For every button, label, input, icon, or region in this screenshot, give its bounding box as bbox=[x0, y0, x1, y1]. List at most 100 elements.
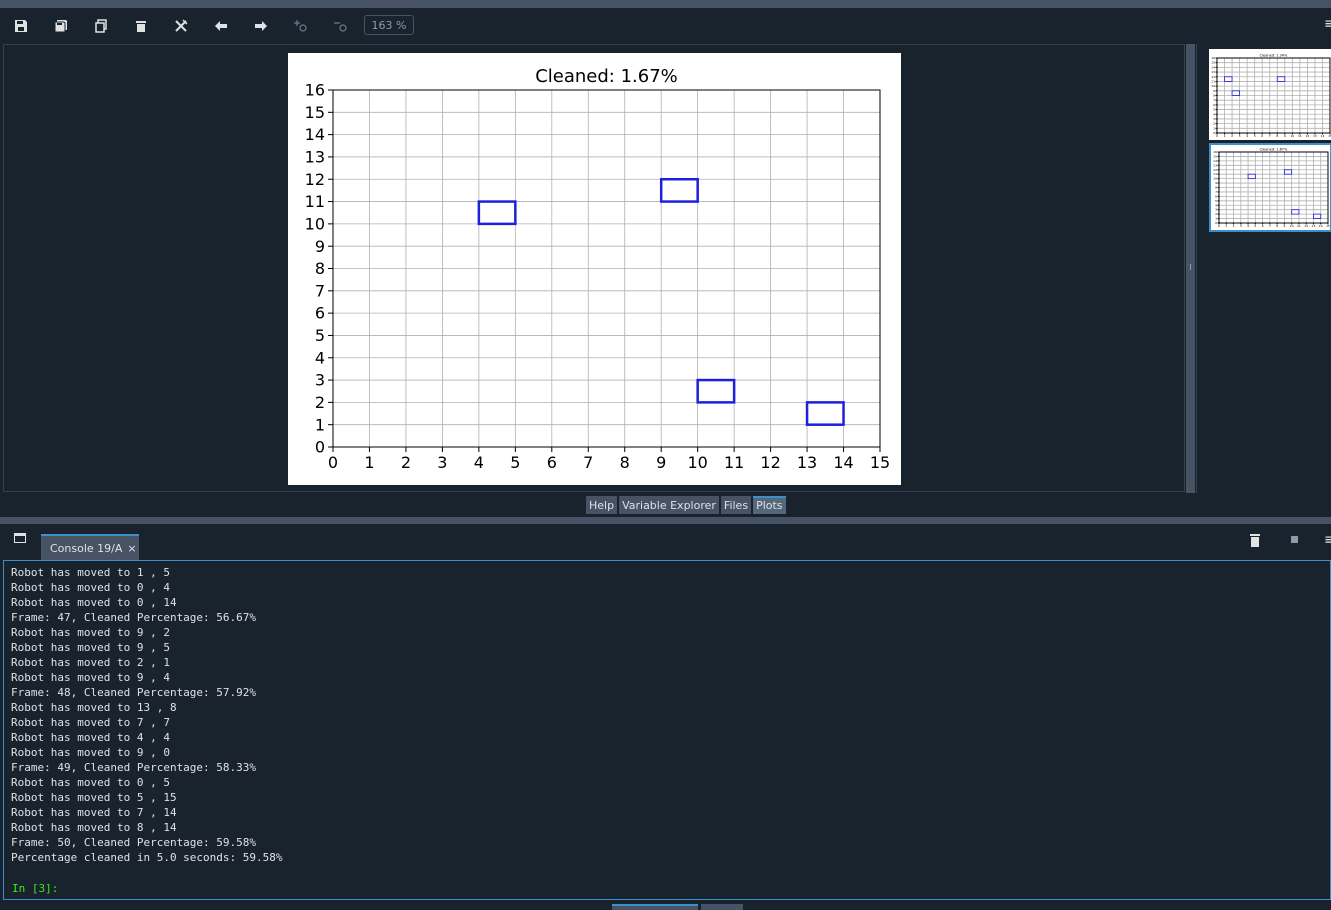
x-tick-label: 11 bbox=[724, 453, 744, 472]
x-tick-label: 7 bbox=[1269, 134, 1271, 138]
y-tick-label: 13 bbox=[305, 148, 325, 167]
x-tick-label: 15 bbox=[1326, 224, 1330, 228]
y-tick-label: 0 bbox=[315, 438, 325, 457]
options-menu-icon[interactable]: ≡ bbox=[1324, 16, 1331, 32]
zoom-level-field[interactable]: 163 % bbox=[364, 15, 414, 35]
zoom-in-icon[interactable] bbox=[291, 16, 311, 36]
x-tick-label: 6 bbox=[1262, 224, 1264, 228]
console-line: Robot has moved to 9 , 2 bbox=[11, 626, 170, 639]
thumbnail-2-plot: Cleaned: 1.67%0 1 2 3 4 5 6 7 8 9 10 11 12 13 14 150123… bbox=[1213, 147, 1330, 228]
console-line: Robot has moved to 8 , 14 bbox=[11, 821, 177, 834]
y-tick-label: 2 bbox=[1215, 212, 1217, 216]
x-tick-label: 5 bbox=[1254, 224, 1256, 228]
console-line: Robot has moved to 13 , 8 bbox=[11, 701, 177, 714]
delete-all-icon[interactable] bbox=[171, 16, 191, 36]
robot-rect bbox=[696, 378, 736, 404]
y-tick-label: 13 bbox=[1211, 70, 1215, 74]
browse-tabs-icon[interactable] bbox=[14, 533, 26, 543]
bottom-tab-2[interactable] bbox=[701, 904, 743, 910]
x-tick-label: 0 bbox=[1216, 134, 1218, 138]
window-top-strip bbox=[0, 0, 1331, 8]
y-tick-label: 12 bbox=[1211, 75, 1215, 79]
stop-icon[interactable] bbox=[1291, 536, 1298, 543]
console-line: Robot has moved to 7 , 7 bbox=[11, 716, 170, 729]
save-icon[interactable] bbox=[11, 16, 31, 36]
tab-files[interactable]: Files bbox=[720, 496, 752, 514]
robot-rect bbox=[1284, 169, 1293, 175]
delete-icon[interactable] bbox=[131, 16, 151, 36]
main-figure: Cleaned: 1.67% 0 1 2 3 4 5 6 7 8 9 10 11 12 13 14 15 0 1 2 3… bbox=[288, 53, 901, 485]
plots-toolbar: 163 % ≡ bbox=[0, 8, 1331, 44]
clear-console-icon[interactable] bbox=[1250, 532, 1260, 551]
y-tick-label: 10 bbox=[1213, 177, 1217, 181]
x-tick-label: 13 bbox=[797, 453, 817, 472]
tab-plots[interactable]: Plots bbox=[753, 496, 786, 514]
thumbnail-2[interactable]: Cleaned: 1.67% 0 1 2 3 4 5 6 7 8 9 10 11 12 13 14 15 0 1 2 3… bbox=[1209, 143, 1331, 232]
x-tick-label: 1 bbox=[1224, 134, 1226, 138]
save-all-icon[interactable] bbox=[51, 16, 71, 36]
console-prompt[interactable]: In [3]: bbox=[12, 881, 58, 896]
zoom-out-icon[interactable] bbox=[331, 16, 351, 36]
x-tick-label: 0 bbox=[328, 453, 338, 472]
horizontal-splitter[interactable] bbox=[0, 517, 1331, 524]
x-tick-label: 11 bbox=[1297, 224, 1301, 228]
next-icon[interactable] bbox=[251, 16, 271, 36]
y-tick-label: 10 bbox=[1211, 84, 1215, 88]
y-tick-label: 9 bbox=[315, 237, 325, 256]
copy-icon[interactable] bbox=[91, 16, 111, 36]
main-plot-svg: Cleaned: 1.67%0 1 2 3 4 5 6 7 8 9 10 11 12 13 14 150123… bbox=[305, 66, 891, 472]
console-line: Robot has moved to 0 , 4 bbox=[11, 581, 170, 594]
y-tick-label: 3 bbox=[1213, 117, 1215, 121]
y-tick-label: 9 bbox=[1215, 181, 1217, 185]
previous-icon[interactable] bbox=[211, 16, 231, 36]
x-tick-label: 1 bbox=[1225, 224, 1227, 228]
y-tick-label: 5 bbox=[1215, 199, 1217, 203]
robot-rect bbox=[477, 200, 517, 226]
x-tick-label: 5 bbox=[1254, 134, 1256, 138]
y-tick-label: 14 bbox=[305, 125, 325, 144]
y-tick-label: 13 bbox=[1213, 163, 1217, 167]
y-tick-label: 4 bbox=[315, 348, 325, 367]
y-tick-label: 4 bbox=[1215, 203, 1217, 207]
y-tick-label: 1 bbox=[315, 415, 325, 434]
console-line: Robot has moved to 2 , 1 bbox=[11, 656, 170, 669]
x-tick-label: 6 bbox=[1261, 134, 1263, 138]
y-tick-label: 12 bbox=[305, 170, 325, 189]
chart-title: Cleaned: 1.67% bbox=[535, 66, 678, 87]
bottom-tab-1[interactable] bbox=[612, 904, 698, 910]
x-tick-label: 3 bbox=[437, 453, 447, 472]
tab-variable-explorer[interactable]: Variable Explorer bbox=[619, 496, 719, 514]
x-tick-label: 8 bbox=[1276, 134, 1278, 138]
y-tick-label: 11 bbox=[1213, 172, 1217, 176]
y-tick-label: 2 bbox=[315, 393, 325, 412]
y-tick-label: 1 bbox=[1213, 126, 1215, 130]
x-tick-label: 14 bbox=[1319, 224, 1323, 228]
robot-rect bbox=[1247, 173, 1256, 180]
console-tab[interactable]: Console 19/A × bbox=[41, 534, 139, 560]
y-tick-label: 12 bbox=[1213, 168, 1217, 172]
thumbnail-1[interactable]: Cleaned: 1.34% 0 1 2 3 4 5 6 7 8 9 10 11 12 13 14 15 0 1 2 3… bbox=[1209, 49, 1331, 140]
y-tick-label: 11 bbox=[1211, 79, 1215, 83]
console-line: Robot has moved to 9 , 5 bbox=[11, 641, 170, 654]
x-tick-label: 14 bbox=[1321, 134, 1325, 138]
pane-tabs: Help Variable Explorer Files Plots bbox=[586, 496, 786, 514]
y-tick-label: 16 bbox=[305, 81, 325, 100]
tab-help[interactable]: Help bbox=[586, 496, 618, 514]
y-tick-label: 7 bbox=[1215, 190, 1217, 194]
close-icon[interactable]: × bbox=[127, 542, 136, 555]
vertical-splitter[interactable] bbox=[1186, 44, 1195, 493]
console-line: Frame: 47, Cleaned Percentage: 56.67% bbox=[11, 611, 257, 624]
console-output[interactable]: Robot has moved to 1 , 5 Robot has moved … bbox=[3, 560, 1331, 900]
y-tick-label: 6 bbox=[1215, 194, 1217, 198]
robot-rect bbox=[805, 401, 845, 426]
console-line: Robot has moved to 5 , 15 bbox=[11, 791, 177, 804]
bottom-tabs bbox=[0, 900, 1331, 910]
y-tick-label: 5 bbox=[315, 326, 325, 345]
y-tick-label: 15 bbox=[305, 103, 325, 122]
y-tick-label: 6 bbox=[1213, 103, 1215, 107]
y-tick-label: 0 bbox=[1213, 131, 1215, 135]
robot-rect bbox=[1313, 213, 1322, 219]
console-options-icon[interactable]: ≡ bbox=[1324, 532, 1331, 548]
x-tick-label: 9 bbox=[1284, 134, 1286, 138]
y-tick-label: 8 bbox=[1213, 94, 1215, 98]
